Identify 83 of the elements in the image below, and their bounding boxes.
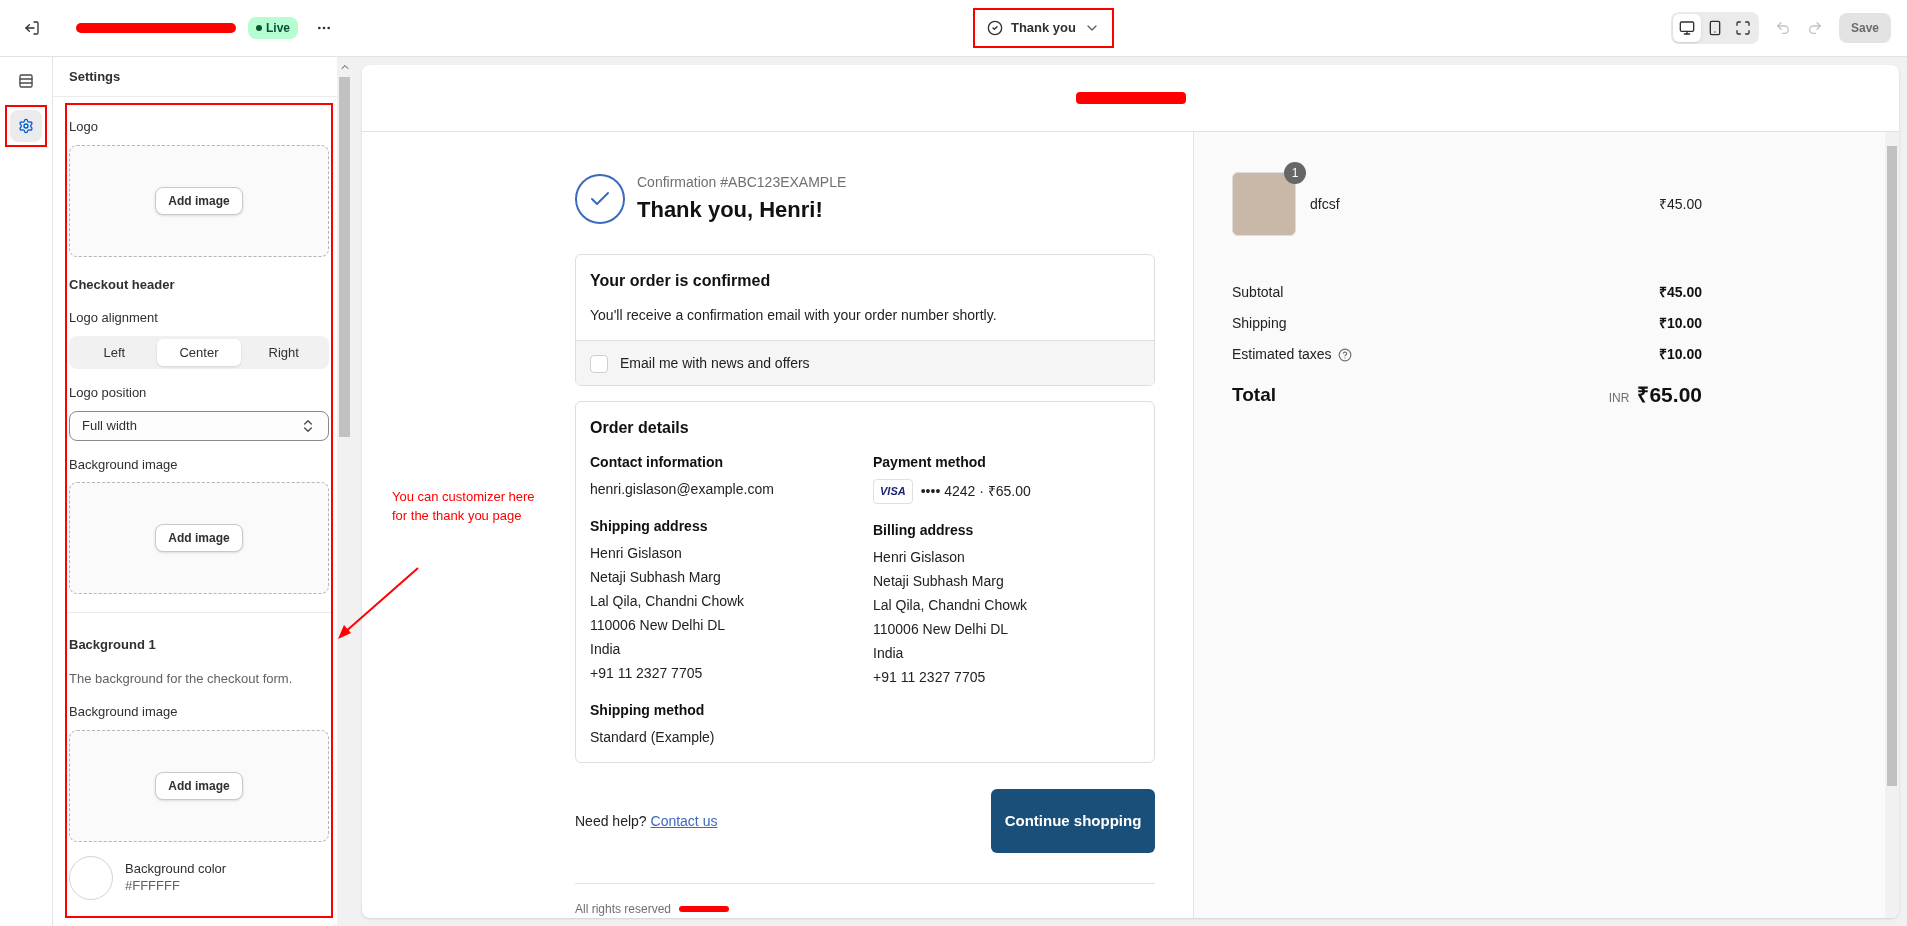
total-value: ₹65.00 xyxy=(1637,382,1702,408)
checkbox[interactable] xyxy=(590,354,608,373)
section-heading: Background 1 xyxy=(69,636,157,654)
desktop-icon xyxy=(1678,20,1695,36)
currency-code: INR xyxy=(1608,390,1630,407)
footer-text: All rights reserved xyxy=(575,901,672,918)
field-label: Logo alignment xyxy=(69,309,159,327)
help-icon[interactable] xyxy=(1337,347,1352,362)
image-dropzone[interactable]: Add image xyxy=(69,729,329,842)
sections-icon xyxy=(18,73,34,89)
detail-heading: Contact information xyxy=(590,453,724,472)
card-summary: •••• 4242 · ₹65.00 xyxy=(920,481,1031,501)
thank-you-title: Thank you, Henri! xyxy=(637,196,824,224)
redaction-mark xyxy=(679,906,730,912)
detail-line: India xyxy=(873,643,905,663)
position-select[interactable]: Full width xyxy=(69,410,329,441)
newsletter-checkbox-row[interactable]: Email me with news and offers xyxy=(576,340,1154,385)
color-value: #FFFFFF xyxy=(125,877,181,894)
detail-line: Henri Gislason xyxy=(590,544,683,563)
detail-line: 110006 New Delhi DL xyxy=(873,619,1010,639)
field-label: Logo xyxy=(69,118,99,136)
item-name: dfcsf xyxy=(1310,194,1341,214)
redo-icon xyxy=(1806,20,1823,36)
continue-shopping-button[interactable]: Continue shopping xyxy=(991,789,1155,853)
detail-line: +91 11 2327 7705 xyxy=(590,664,704,683)
card-text: You'll receive a confirmation email with your order number shortly. xyxy=(590,306,998,325)
status-badge: Live xyxy=(248,17,298,39)
check-circle-icon xyxy=(986,20,1003,36)
detail-line: Henri Gislason xyxy=(873,547,966,567)
section-heading: Checkout header xyxy=(69,275,176,294)
card-title: Order details xyxy=(590,418,690,438)
card-title: Your order is confirmed xyxy=(590,271,772,291)
detail-heading: Payment method xyxy=(873,453,987,472)
detail-line: henri.gislason@example.com xyxy=(590,480,775,499)
detail-heading: Billing address xyxy=(873,520,975,540)
field-label: Background image xyxy=(69,703,179,721)
annotation-note: for the thank you page xyxy=(392,507,523,525)
summary-value: ₹10.00 xyxy=(1658,314,1702,333)
undo-icon xyxy=(1774,20,1791,36)
detail-line: Netaji Subhash Marg xyxy=(590,568,722,587)
help-text: Need help? Contact us xyxy=(575,811,718,831)
settings-icon xyxy=(18,118,34,134)
add-image-button[interactable]: Add image xyxy=(155,771,243,800)
field-label: Background color xyxy=(125,861,227,878)
detail-line: Lal Qila, Chandni Chowk xyxy=(873,595,1029,615)
detail-line: +91 11 2327 7705 xyxy=(873,667,987,687)
alignment-option[interactable]: Center xyxy=(156,338,242,366)
detail-line: Lal Qila, Chandni Chowk xyxy=(590,592,746,611)
confirmation-number: Confirmation #ABC123EXAMPLE xyxy=(637,173,847,192)
item-price: ₹45.00 xyxy=(1658,194,1702,214)
quantity-badge: 1 xyxy=(1284,162,1306,184)
scrollbar-thumb[interactable] xyxy=(1887,146,1897,786)
summary-label: Subtotal xyxy=(1232,283,1284,302)
card-brand-logo: VISA xyxy=(873,479,913,504)
color-swatch[interactable] xyxy=(69,855,113,900)
detail-line: 110006 New Delhi DL xyxy=(590,616,727,635)
summary-label: Estimated taxes xyxy=(1232,345,1332,364)
field-label: Logo position xyxy=(69,384,148,402)
scrollbar-thumb[interactable] xyxy=(339,77,350,437)
field-label: Background image xyxy=(69,455,179,474)
detail-line: India xyxy=(590,640,622,659)
annotation-note: You can customizer here xyxy=(392,488,535,506)
detail-heading: Shipping address xyxy=(590,517,709,536)
image-dropzone[interactable]: Add image xyxy=(69,144,329,257)
summary-value: ₹45.00 xyxy=(1658,283,1702,302)
add-image-button[interactable]: Add image xyxy=(155,524,243,552)
alignment-option[interactable]: Right xyxy=(241,338,326,366)
view-mode-button[interactable] xyxy=(1672,14,1701,42)
page-selector[interactable]: Thank you xyxy=(982,14,1104,42)
image-dropzone[interactable]: Add image xyxy=(69,482,329,594)
summary-value: ₹10.00 xyxy=(1658,345,1702,364)
expand-icon xyxy=(1734,20,1751,36)
alignment-option[interactable]: Left xyxy=(72,338,157,366)
detail-heading: Shipping method xyxy=(590,701,706,720)
total-label: Total xyxy=(1232,382,1276,407)
contact-link[interactable]: Contact us xyxy=(650,812,718,829)
exit-icon xyxy=(24,20,40,36)
summary-label: Shipping xyxy=(1232,314,1287,333)
detail-line: Netaji Subhash Marg xyxy=(873,571,1005,591)
panel-title: Settings xyxy=(69,67,121,86)
add-image-button[interactable]: Add image xyxy=(155,186,243,215)
section-description: The background for the checkout form. xyxy=(69,669,294,688)
detail-line: Standard (Example) xyxy=(590,728,716,747)
